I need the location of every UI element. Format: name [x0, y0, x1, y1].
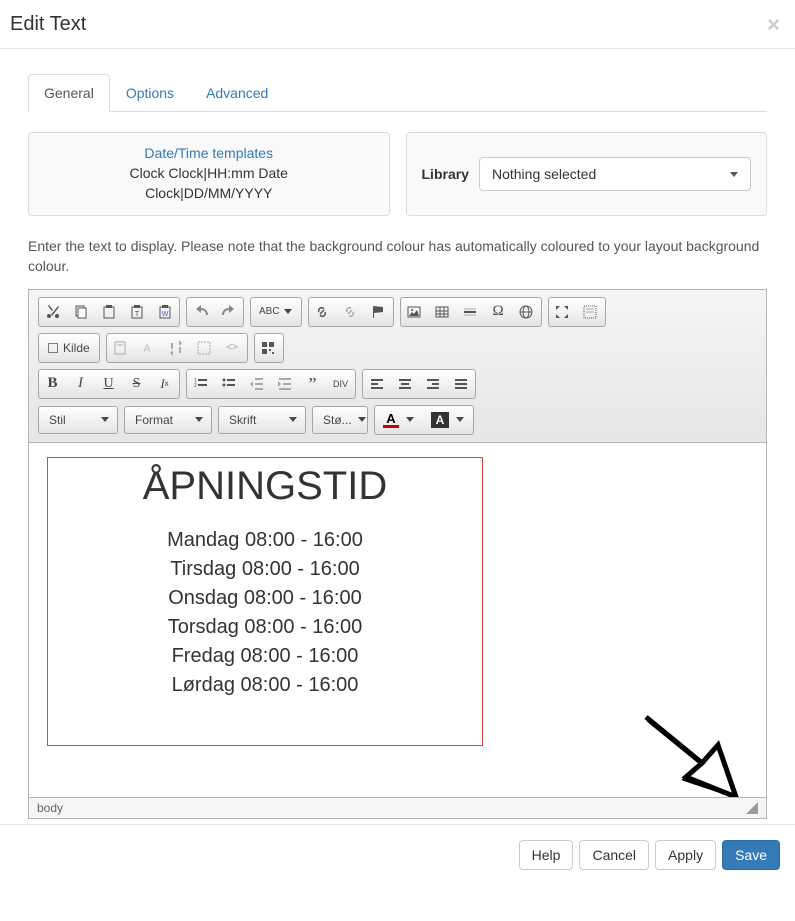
apply-button[interactable]: Apply: [655, 840, 716, 870]
chevron-down-icon: [730, 172, 738, 177]
tab-options[interactable]: Options: [110, 74, 190, 112]
select-all-icon[interactable]: [191, 334, 219, 362]
datetime-templates-panel: Date/Time templates Clock Clock|HH:mm Da…: [28, 132, 390, 216]
tab-bar: General Options Advanced: [28, 74, 767, 112]
iframe-icon[interactable]: [513, 298, 541, 326]
table-icon[interactable]: [429, 298, 457, 326]
align-left-icon[interactable]: [363, 370, 391, 398]
underline-icon[interactable]: U: [95, 370, 123, 398]
svg-text:2: 2: [194, 383, 197, 389]
align-right-icon[interactable]: [419, 370, 447, 398]
arrow-annotation-icon: [634, 705, 754, 797]
content-container: ÅPNINGSTID Mandag 08:00 - 16:00 Tirsdag …: [47, 457, 483, 746]
paste-word-icon[interactable]: W: [151, 298, 179, 326]
qrcode-icon[interactable]: [255, 334, 283, 362]
tab-advanced[interactable]: Advanced: [190, 74, 284, 112]
modal-footer: Help Cancel Apply Save: [0, 824, 795, 885]
image-icon[interactable]: [401, 298, 429, 326]
div-container-icon[interactable]: DIV: [327, 370, 355, 398]
align-justify-icon[interactable]: [447, 370, 475, 398]
code-icon[interactable]: <>: [219, 334, 247, 362]
bg-color-icon[interactable]: A: [423, 406, 473, 434]
remove-format-icon[interactable]: Ix: [151, 370, 179, 398]
outdent-icon[interactable]: [243, 370, 271, 398]
bullet-list-icon[interactable]: [215, 370, 243, 398]
templates-icon[interactable]: [107, 334, 135, 362]
content-line: Onsdag 08:00 - 16:00: [58, 584, 472, 613]
horizontal-rule-icon[interactable]: [457, 298, 485, 326]
elements-path[interactable]: body: [37, 801, 63, 815]
svg-text:T: T: [134, 311, 139, 318]
close-icon[interactable]: ×: [767, 14, 780, 36]
spellcheck-icon[interactable]: ABC: [251, 298, 301, 326]
svg-text:A: A: [143, 343, 151, 355]
rich-text-editor: T W ABC: [28, 289, 767, 819]
library-select[interactable]: Nothing selected: [479, 157, 751, 191]
instruction-text: Enter the text to display. Please note t…: [28, 236, 767, 277]
indent-icon[interactable]: [271, 370, 299, 398]
content-line: Mandag 08:00 - 16:00: [58, 526, 472, 555]
modal-body: General Options Advanced Date/Time templ…: [0, 49, 795, 824]
numbered-list-icon[interactable]: 12: [187, 370, 215, 398]
content-title: ÅPNINGSTID: [58, 464, 472, 508]
library-panel: Library Nothing selected: [406, 132, 768, 216]
show-blocks-icon[interactable]: [577, 298, 605, 326]
anchor-flag-icon[interactable]: [365, 298, 393, 326]
strike-icon[interactable]: S: [123, 370, 151, 398]
source-button[interactable]: Kilde: [39, 334, 99, 362]
bold-icon[interactable]: B: [39, 370, 67, 398]
replace-icon[interactable]: [163, 334, 191, 362]
font-combo[interactable]: Skrift: [218, 406, 306, 434]
paste-icon[interactable]: [95, 298, 123, 326]
blockquote-icon[interactable]: ”: [299, 370, 327, 398]
tab-content: Date/Time templates Clock Clock|HH:mm Da…: [28, 112, 767, 819]
content-line: Tirsdag 08:00 - 16:00: [58, 555, 472, 584]
cancel-button[interactable]: Cancel: [579, 840, 649, 870]
editor-toolbar: T W ABC: [29, 290, 766, 443]
style-combo[interactable]: Stil: [38, 406, 118, 434]
editor-content-area[interactable]: ÅPNINGSTID Mandag 08:00 - 16:00 Tirsdag …: [29, 443, 766, 797]
align-center-icon[interactable]: [391, 370, 419, 398]
copy-icon[interactable]: [67, 298, 95, 326]
text-color-icon[interactable]: A: [375, 406, 423, 434]
save-button[interactable]: Save: [722, 840, 780, 870]
cut-icon[interactable]: [39, 298, 67, 326]
library-selected-value: Nothing selected: [492, 166, 596, 182]
format-combo[interactable]: Format: [124, 406, 212, 434]
template-line-2: Clock|DD/MM/YYYY: [44, 184, 374, 204]
svg-text:W: W: [161, 311, 168, 318]
unlink-icon[interactable]: [337, 298, 365, 326]
source-label: Kilde: [63, 341, 90, 355]
paste-text-icon[interactable]: T: [123, 298, 151, 326]
link-icon[interactable]: [309, 298, 337, 326]
library-label: Library: [422, 166, 469, 182]
template-line-1: Clock Clock|HH:mm Date: [44, 164, 374, 184]
modal-header: Edit Text ×: [0, 0, 795, 49]
find-icon[interactable]: A: [135, 334, 163, 362]
special-char-icon[interactable]: Ω: [485, 298, 513, 326]
size-combo[interactable]: Stø...: [312, 406, 368, 434]
redo-icon[interactable]: [215, 298, 243, 326]
tab-general[interactable]: General: [28, 74, 110, 112]
italic-icon[interactable]: I: [67, 370, 95, 398]
help-button[interactable]: Help: [519, 840, 574, 870]
content-line: Torsdag 08:00 - 16:00: [58, 613, 472, 642]
content-line: Lørdag 08:00 - 16:00: [58, 671, 472, 700]
resize-grip-icon[interactable]: [746, 802, 758, 814]
editor-status-bar: body: [29, 797, 766, 818]
maximize-icon[interactable]: [549, 298, 577, 326]
content-line: Fredag 08:00 - 16:00: [58, 642, 472, 671]
modal-title: Edit Text: [10, 13, 86, 36]
undo-icon[interactable]: [187, 298, 215, 326]
datetime-templates-link[interactable]: Date/Time templates: [44, 145, 374, 161]
